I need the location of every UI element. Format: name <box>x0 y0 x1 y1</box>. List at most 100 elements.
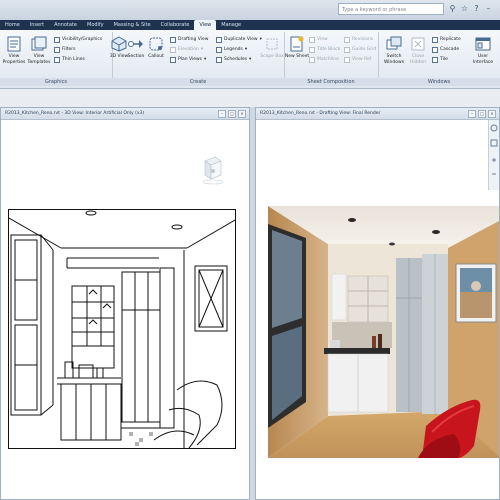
scope-box-label: Scope Box <box>260 54 284 59</box>
view-window-3d[interactable]: R2013_Kitchen_Reno.rvt - 3D View: Interi… <box>0 107 250 500</box>
window-title: R2013_Kitchen_Reno.rvt - Drafting View: … <box>260 111 381 116</box>
drafting-icon <box>170 37 176 43</box>
switch-windows-label: Switch Windows <box>383 54 405 65</box>
revisions-icon <box>344 37 350 43</box>
window-controls: – □ × <box>218 110 246 118</box>
panel-windows-label: Windows <box>378 78 500 86</box>
duplicate-view-label: Duplicate View <box>224 37 258 42</box>
tab-annotate[interactable]: Annotate <box>49 20 82 30</box>
matchline-icon <box>309 57 315 63</box>
panel-graphics: View Properties View Templates Visibilit… <box>0 32 113 86</box>
minimize-icon[interactable]: – <box>468 110 476 118</box>
chevron-down-icon: ▾ <box>204 57 207 62</box>
panel-create-label: Create <box>112 78 284 86</box>
user-interface-button[interactable]: User Interface <box>470 34 496 72</box>
schedules-button[interactable]: Schedules ▾ <box>216 56 251 64</box>
matchline-button[interactable]: Matchline <box>309 56 339 64</box>
user-interface-label: User Interface <box>472 54 494 65</box>
view-reference-label: View Ref <box>352 57 372 62</box>
maximize-icon[interactable]: □ <box>228 110 236 118</box>
search-input[interactable]: Type a keyword or phrase <box>338 3 444 15</box>
elevation-label: Elevation <box>178 47 199 52</box>
tab-manage[interactable]: Manage <box>216 20 246 30</box>
star-icon[interactable]: ☆ <box>460 3 469 14</box>
new-sheet-button[interactable]: New Sheet <box>284 34 310 72</box>
navigation-bar[interactable] <box>488 120 499 190</box>
cascade-button[interactable]: Cascade <box>432 46 459 54</box>
tile-button[interactable]: Tile <box>432 56 448 64</box>
ribbon-tabs: Home Insert Annotate Modify Massing & Si… <box>0 20 500 30</box>
help-icon[interactable]: ? <box>472 3 481 14</box>
templates-icon <box>31 36 47 51</box>
tab-insert[interactable]: Insert <box>25 20 49 30</box>
panel-windows: Switch Windows Close Hidden Replicate Ca… <box>378 32 500 86</box>
minimize-icon[interactable]: – <box>484 3 493 14</box>
filters-button[interactable]: Filters <box>54 46 76 54</box>
scope-box-button[interactable]: Scope Box <box>259 34 285 72</box>
title-block-button[interactable]: Title Block <box>309 46 340 54</box>
plan-views-button[interactable]: Plan Views ▾ <box>170 56 206 64</box>
visibility-graphics-button[interactable]: Visibility/Graphics <box>54 36 102 44</box>
view-properties-button[interactable]: View Properties <box>1 34 27 72</box>
duplicate-view-button[interactable]: Duplicate View ▾ <box>216 36 262 44</box>
callout-icon <box>149 37 163 51</box>
callout-button[interactable]: Callout <box>143 34 169 72</box>
guide-grid-icon <box>344 47 350 53</box>
minimize-icon[interactable]: – <box>218 110 226 118</box>
place-view-button[interactable]: View <box>309 36 328 44</box>
thin-lines-icon <box>54 57 60 63</box>
elevation-button[interactable]: Elevation ▾ <box>170 46 203 54</box>
scope-box-icon <box>266 38 278 50</box>
view-window-render[interactable]: R2013_Kitchen_Reno.rvt - Drafting View: … <box>255 107 500 500</box>
chevron-down-icon: ▾ <box>244 47 248 52</box>
maximize-icon[interactable]: □ <box>478 110 486 118</box>
ribbon-gap <box>0 89 500 107</box>
tab-view[interactable]: View <box>194 20 217 30</box>
replicate-button[interactable]: Replicate <box>432 36 461 44</box>
window-controls: – □ × <box>468 110 496 118</box>
chevron-down-icon: ▾ <box>200 47 204 52</box>
cascade-icon <box>432 47 438 53</box>
switch-windows-button[interactable]: Switch Windows <box>381 34 407 72</box>
chevron-down-icon: ▾ <box>249 57 252 62</box>
switch-windows-icon <box>386 36 402 50</box>
window-titlebar: R2013_Kitchen_Reno.rvt - 3D View: Interi… <box>1 108 249 120</box>
close-hidden-icon <box>411 37 425 51</box>
window-title: R2013_Kitchen_Reno.rvt - 3D View: Interi… <box>5 111 145 116</box>
drafting-view-button[interactable]: Drafting View <box>170 36 208 44</box>
filters-label: Filters <box>62 47 76 52</box>
replicate-icon <box>432 37 438 43</box>
close-icon[interactable]: × <box>488 110 496 118</box>
panel-graphics-label: Graphics <box>0 78 112 86</box>
tab-modify[interactable]: Modify <box>82 20 109 30</box>
thin-lines-button[interactable]: Thin Lines <box>54 56 85 64</box>
user-interface-icon <box>475 37 491 51</box>
callout-label: Callout <box>148 54 164 59</box>
tab-collaborate[interactable]: Collaborate <box>156 20 195 30</box>
section-icon <box>128 40 143 48</box>
view-icon <box>309 37 315 43</box>
visibility-icon <box>54 37 60 43</box>
viewcube-icon[interactable] <box>201 155 223 185</box>
view-templates-label: View Templates <box>27 54 51 65</box>
elevation-icon <box>170 47 176 53</box>
tab-massing-site[interactable]: Massing & Site <box>109 20 156 30</box>
panel-sheet-composition: New Sheet View Title Block Matchline Rev… <box>284 32 379 86</box>
guide-grid-button[interactable]: Guide Grid <box>344 46 376 54</box>
properties-icon <box>7 36 21 52</box>
close-icon[interactable]: × <box>238 110 246 118</box>
close-hidden-button[interactable]: Close Hidden <box>405 34 431 72</box>
tile-icon <box>432 57 438 63</box>
legends-label: Legends <box>224 47 243 52</box>
kitchen-sketch-view[interactable] <box>8 209 236 449</box>
tab-home[interactable]: Home <box>0 20 25 30</box>
view-reference-button[interactable]: View Ref <box>344 56 371 64</box>
thin-lines-label: Thin Lines <box>62 57 85 62</box>
tile-label: Tile <box>440 57 448 62</box>
steering-wheel-icon[interactable] <box>489 120 499 190</box>
binoculars-icon[interactable]: ⚲ <box>448 3 457 14</box>
legends-button[interactable]: Legends ▾ <box>216 46 247 54</box>
view-templates-button[interactable]: View Templates <box>26 34 52 72</box>
new-sheet-label: New Sheet <box>284 54 310 59</box>
revisions-button[interactable]: Revisions <box>344 36 373 44</box>
